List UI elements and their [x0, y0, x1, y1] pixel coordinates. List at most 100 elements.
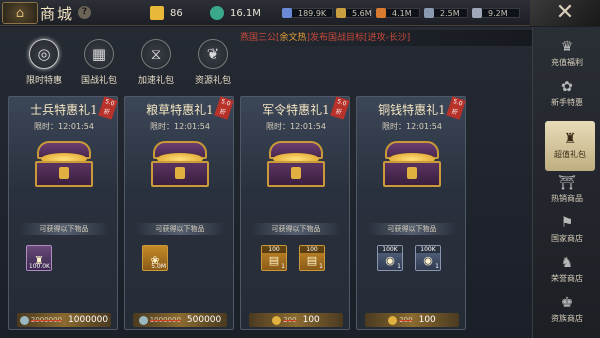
resource-silver[interactable]: 16.1M	[210, 4, 261, 22]
broadcast-ticker: 燕国三公[余文热]发布国战目标[进攻-长沙]	[240, 30, 532, 46]
offer-card-grain[interactable]: 粮草特惠礼1 5.0折 限时：12:01:54 可获得以下物品 ❀ 5.0M 1…	[124, 96, 234, 330]
item-quantity: 100K	[378, 246, 402, 253]
sidebar-item-value-pack[interactable]: ♜ 超值礼包	[545, 121, 595, 171]
reward-item[interactable]: 100K ◉ 1	[415, 245, 441, 271]
sidebar-label: 国家商店	[551, 234, 583, 243]
reward-item[interactable]: ❀ 5.0M	[142, 245, 168, 271]
item-count: 1	[319, 263, 323, 270]
sale-price: 500000	[186, 315, 222, 325]
silver-coin-icon	[19, 315, 29, 325]
sidebar-item-recharge[interactable]: ♛ 充值福利	[533, 37, 600, 77]
sale-price: 1000000	[68, 315, 109, 325]
resource-orders[interactable]: 4.1M	[376, 4, 412, 22]
receive-label: 可获得以下物品	[135, 223, 225, 235]
item-count: 1	[435, 263, 439, 270]
gate-icon: ⛩	[558, 175, 576, 191]
flag-icon: ⚑	[560, 215, 574, 231]
resource-gold[interactable]: 86	[150, 4, 183, 22]
resource-soldiers-value: 189.9K	[298, 8, 327, 18]
sidebar-item-clan-store[interactable]: ♚ 资族商店	[533, 293, 600, 333]
receive-label: 可获得以下物品	[19, 223, 109, 235]
resource-iron[interactable]: 9.2M	[472, 4, 508, 22]
tab-label: 加速礼包	[137, 76, 174, 86]
original-price: 200	[283, 316, 297, 324]
tab-resource-pack[interactable]: ❦ 资源礼包	[191, 39, 235, 93]
reward-item[interactable]: ♜ 100.0K	[26, 245, 52, 271]
receive-label: 可获得以下物品	[367, 223, 457, 235]
item-count: 100.0K	[28, 263, 50, 270]
treasure-chest-icon	[33, 139, 95, 189]
sidebar-label: 新手特惠	[551, 98, 583, 107]
sidebar-label: 资族商店	[551, 314, 583, 323]
tab-war-pack[interactable]: ▦ 国战礼包	[77, 39, 121, 93]
resource-grain-value: 5.6M	[352, 8, 372, 18]
tab-speedup-pack[interactable]: ⧖ 加速礼包	[134, 39, 178, 93]
resource-silver-value: 16.1M	[230, 7, 261, 19]
buy-button[interactable]: 2000000 1000000	[17, 313, 111, 327]
flower-icon: ✿	[561, 79, 573, 95]
resource-copper[interactable]: 2.5M	[424, 4, 460, 22]
sale-price: 100	[302, 315, 320, 325]
king-icon: ♚	[560, 295, 574, 311]
crown-icon: ♛	[560, 39, 574, 55]
buy-button[interactable]: 1000000 500000	[133, 313, 227, 327]
sidebar-item-hot[interactable]: ⛩ 热销商品	[533, 173, 600, 213]
sidebar-label: 热销商品	[551, 194, 583, 203]
card-timer: 限时：12:01:54	[382, 122, 442, 131]
sidebar-item-honor-store[interactable]: ♞ 荣誉商店	[533, 253, 600, 293]
item-count: 5.0M	[151, 263, 166, 270]
sidebar-label: 超值礼包	[554, 150, 586, 159]
treasure-chest-icon	[265, 139, 327, 189]
target-icon: ◎	[29, 39, 59, 69]
ticker-name: 余文热	[279, 33, 307, 43]
help-icon[interactable]: ?	[78, 6, 91, 19]
tab-limited-offer[interactable]: ◎ 限时特惠	[22, 39, 66, 93]
reward-item[interactable]: 100 ▤ 1	[299, 245, 325, 271]
shop-main-panel: 燕国三公[余文热]发布国战目标[进攻-长沙] ◎ 限时特惠 ▦ 国战礼包 ⧖ 加…	[0, 27, 532, 338]
gold-coin-icon	[388, 315, 398, 325]
sidebar-label: 荣誉商店	[551, 274, 583, 283]
item-quantity: 100	[300, 246, 324, 253]
sidebar-label: 充值福利	[551, 58, 583, 67]
sidebar-item-nation-store[interactable]: ⚑ 国家商店	[533, 213, 600, 253]
offer-card-copper[interactable]: 铜钱特惠礼1 5.0折 限时：12:01:54 可获得以下物品 100K ◉ 1…	[356, 96, 466, 330]
reward-item[interactable]: 100K ◉ 1	[377, 245, 403, 271]
castle-icon: ♜	[563, 131, 577, 147]
hourglass-icon: ⧖	[141, 39, 171, 69]
buy-button[interactable]: 200 100	[365, 313, 459, 327]
gold-icon	[150, 6, 164, 20]
shop-sidebar: ♛ 充值福利 ✿ 新手特惠 ♜ 超值礼包 ⛩ 热销商品 ⚑ 国家商店 ♞ 荣誉商…	[532, 27, 600, 338]
page-title: 商城	[40, 5, 75, 23]
iron-icon	[472, 8, 482, 18]
original-price: 200	[399, 316, 413, 324]
item-quantity: 100	[262, 246, 286, 253]
horse-icon: ♞	[560, 255, 574, 271]
orders-icon	[376, 8, 386, 18]
original-price: 1000000	[149, 316, 181, 324]
tab-label: 国战礼包	[80, 76, 117, 86]
card-timer: 限时：12:01:54	[34, 122, 94, 131]
card-timer: 限时：12:01:54	[150, 122, 210, 131]
receive-label: 可获得以下物品	[251, 223, 341, 235]
leaf-icon: ❦	[198, 39, 228, 69]
shop-home-icon[interactable]: ⌂	[2, 2, 38, 24]
sidebar-item-newbie[interactable]: ✿ 新手特惠	[533, 77, 600, 117]
reward-item[interactable]: 100 ▤ 1	[261, 245, 287, 271]
offer-card-soldier[interactable]: 士兵特惠礼1 5.0折 限时：12:01:54 可获得以下物品 ♜ 100.0K…	[8, 96, 118, 330]
ticker-prefix: 燕国三公[	[240, 33, 280, 43]
resource-grain[interactable]: 5.6M	[336, 4, 372, 22]
grid-icon: ▦	[84, 39, 114, 69]
item-quantity: 100K	[416, 246, 440, 253]
copper-icon	[424, 8, 434, 18]
resource-soldiers[interactable]: 189.9K	[282, 4, 326, 22]
treasure-chest-icon	[381, 139, 443, 189]
sale-price: 100	[418, 315, 436, 325]
offer-card-orders[interactable]: 军令特惠礼1 5.0折 限时：12:01:54 可获得以下物品 100 ▤ 1 …	[240, 96, 350, 330]
tab-label: 限时特惠	[25, 76, 62, 86]
close-button[interactable]: ✕	[530, 0, 600, 26]
resource-orders-value: 4.1M	[392, 8, 412, 18]
buy-button[interactable]: 200 100	[249, 313, 343, 327]
card-timer: 限时：12:01:54	[266, 122, 326, 131]
top-bar: ⌂ 商城 ? 86 16.1M 189.9K 5.6M 4.1M 2.5M 9.…	[0, 0, 600, 26]
resource-copper-value: 2.5M	[440, 8, 460, 18]
